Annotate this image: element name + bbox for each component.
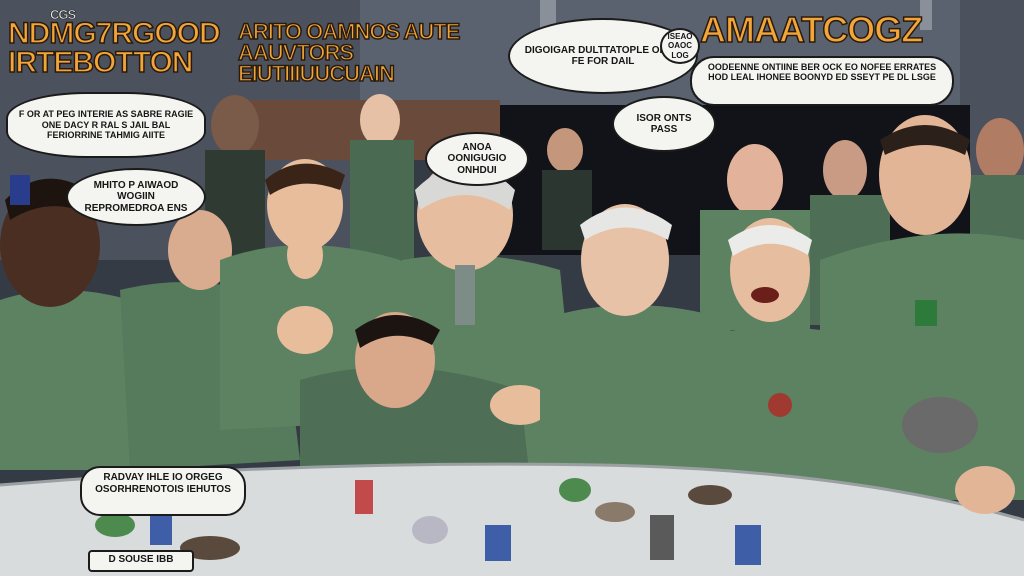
speech-bubble-top-left: F OR AT PEG INTERIE AS SABRE RAGIE ONE D…	[6, 92, 206, 158]
caption-bottom-left: RADVAY IHLE IO ORGEG OSORHRENOTOIS IEHUT…	[80, 466, 246, 516]
speech-bubble-center: ANOA OONIGUGIO ONHDUI	[425, 132, 529, 186]
speech-bubble-top-center-small: ISEAO OAOC LOG	[660, 28, 700, 64]
caption-bottom-corner: D SOUSE IBB	[88, 550, 194, 572]
title-center: ARITO OAMNOS AUTE AAUVTORS EIUTIIIUUCUAI…	[237, 19, 461, 86]
comic-panel: CGS NDMG7RGOOD IRTEBOTTON ARITO OAMNOS A…	[0, 0, 1024, 576]
caption-right: OODEENNE ONTIINE BER OCK EO NOFEE ERRATE…	[690, 56, 954, 106]
title-left: NDMG7RGOOD IRTEBOTTON	[7, 17, 221, 79]
speech-bubble-mid-right: ISOR ONTS PASS	[612, 96, 716, 152]
title-right: AMAATCOGZ	[699, 9, 924, 50]
speech-bubble-mid-left: MHITO P AIWAOD WOGIIN REPROMEDROA ENS	[66, 168, 206, 226]
